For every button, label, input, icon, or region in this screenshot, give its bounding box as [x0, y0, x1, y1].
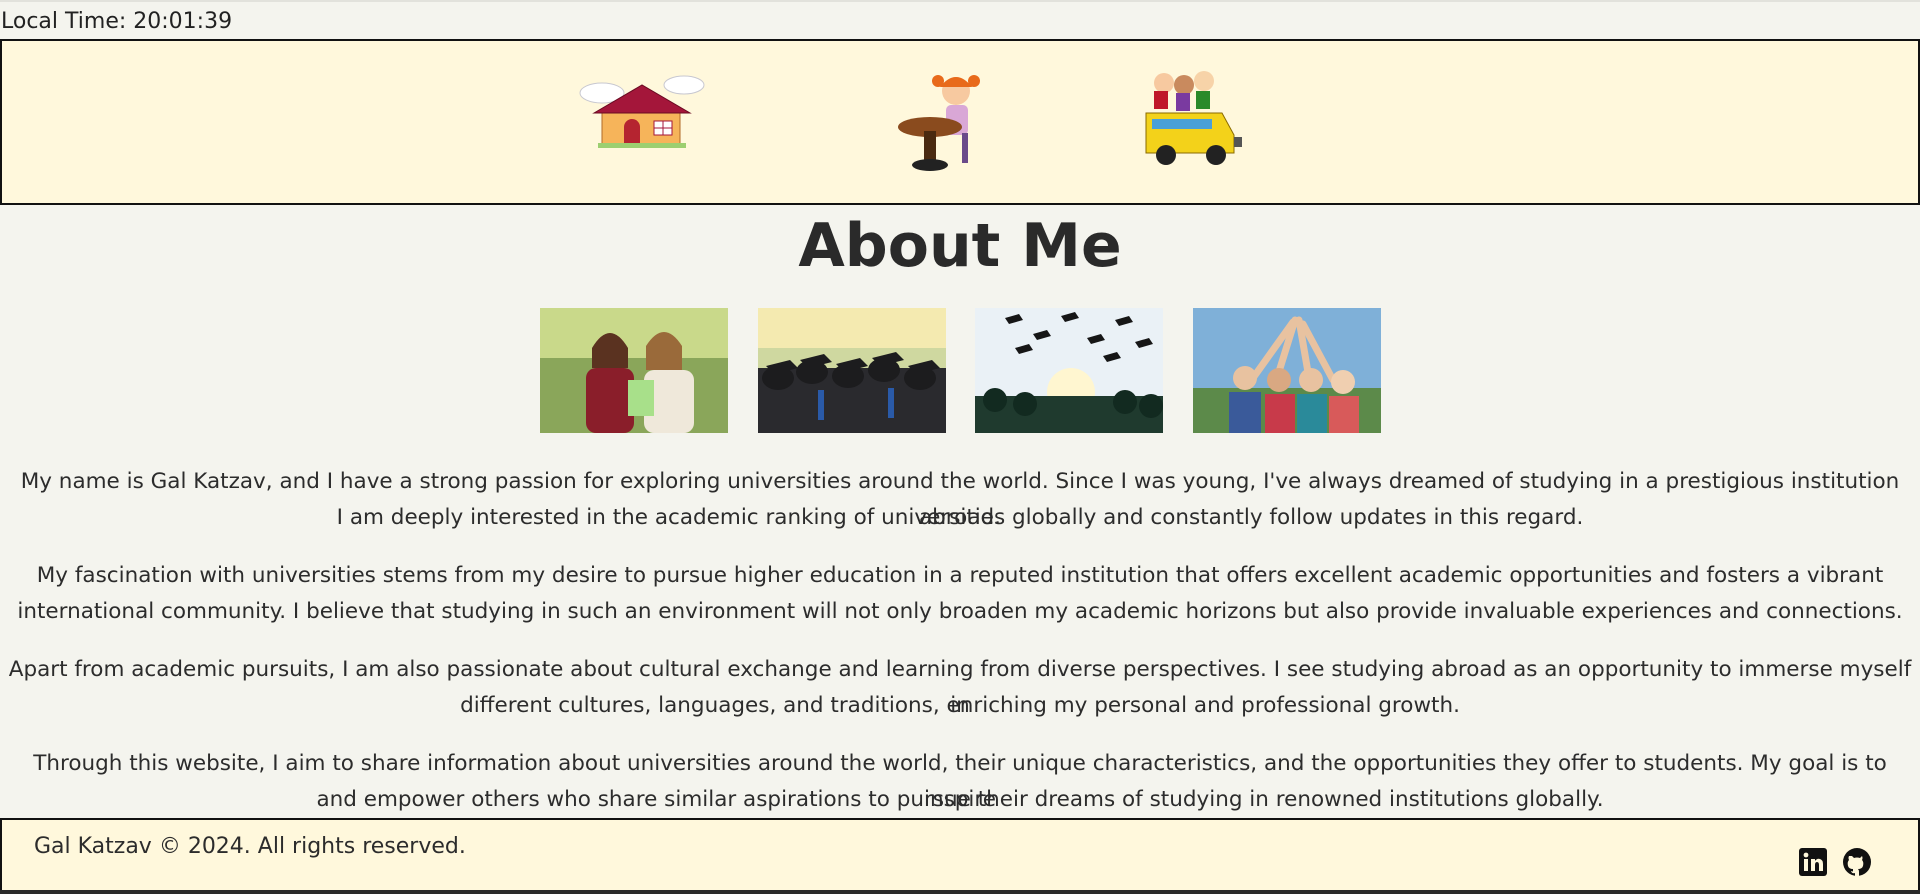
page-title: About Me: [798, 211, 1122, 281]
header-banner: [0, 39, 1920, 205]
house-icon: [572, 71, 712, 151]
intro-line-2: I am deeply interested in the academic r…: [336, 505, 1584, 530]
school-bus-icon: [1142, 69, 1246, 173]
caps-toss-photo: [975, 308, 1163, 433]
footer: Gal Katzav © 2024. All rights reserved.: [0, 818, 1920, 892]
student-desk-icon: [898, 69, 994, 173]
top-divider: [0, 0, 1920, 2]
github-icon[interactable]: [1842, 847, 1872, 877]
cultural-line-2: different cultures, languages, and tradi…: [460, 693, 1460, 718]
bottom-divider: [0, 890, 1920, 894]
linkedin-icon[interactable]: [1798, 847, 1828, 877]
graduates-back-photo: [758, 308, 946, 433]
website-goal-line-2: and empower others who share similar asp…: [316, 787, 1604, 812]
copyright-text: Gal Katzav © 2024. All rights reserved.: [34, 834, 466, 859]
fascination-line-2: international community. I believe that …: [17, 599, 1903, 624]
friends-high-five-photo: [1193, 308, 1381, 433]
local-time: Local Time: 20:01:39: [1, 9, 233, 34]
students-talking-photo: [540, 308, 728, 433]
fascination-line-1: My fascination with universities stems f…: [36, 563, 1884, 588]
